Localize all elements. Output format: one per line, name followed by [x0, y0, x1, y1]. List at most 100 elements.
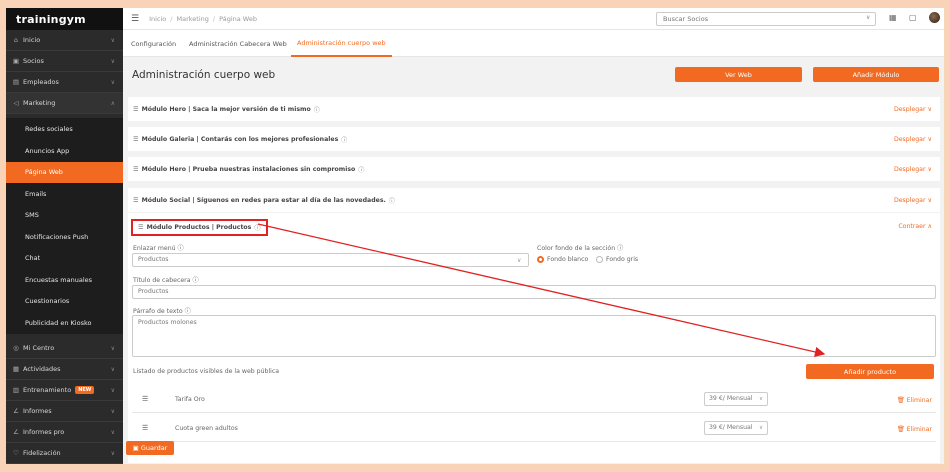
sidebar-subitem-chat[interactable]: Chat	[6, 247, 123, 269]
info-icon: ⓘ	[192, 277, 199, 284]
radio-fondo-blanco[interactable]: Fondo blanco	[537, 256, 588, 263]
sidebar-subitem-push[interactable]: Notificaciones Push	[6, 226, 123, 248]
breadcrumb-item[interactable]: Inicio	[149, 15, 166, 23]
sidebar-item-socios[interactable]: ▣ Socios ∨	[6, 51, 123, 72]
sidebar-item-actividades[interactable]: ▦ Actividades ∨	[6, 359, 123, 380]
product-name: Tarifa Oro	[175, 396, 205, 403]
sidebar-item-inicio[interactable]: ⌂ Inicio ∨	[6, 30, 123, 51]
module-row[interactable]: ☰ Módulo Hero | Prueba nuestras instalac…	[128, 157, 940, 181]
header-title-label: Título de cabecera ⓘ	[133, 277, 199, 284]
expand-toggle[interactable]: Desplegar ∨	[894, 197, 932, 204]
link-menu-label: Enlazar menú ⓘ	[133, 245, 184, 252]
sidebar-subitem-anuncios[interactable]: Anuncios App	[6, 140, 123, 162]
loyalty-icon: ♡	[13, 449, 19, 457]
radio-fondo-gris[interactable]: Fondo gris	[596, 256, 638, 263]
module-row[interactable]: ☰ Módulo Hero | Saca la mejor versión de…	[128, 97, 940, 121]
price-select[interactable]: 39 €/ Mensual ∨	[704, 392, 768, 406]
expanded-module-header[interactable]: ☰ Módulo Productos | Productos ⓘ	[131, 219, 268, 236]
delete-button[interactable]: 🗑 Eliminar	[897, 396, 932, 404]
table-row: ☰ Cuota green adultos 39 €/ Mensual ∨ 🗑 E…	[132, 415, 936, 442]
chevron-down-icon: ∨	[110, 449, 115, 457]
delete-button[interactable]: 🗑 Eliminar	[897, 425, 932, 433]
info-icon: ⓘ	[617, 245, 624, 252]
sidebar-subitem-redes[interactable]: Redes sociales	[6, 118, 123, 140]
members-icon: ▣	[12, 57, 20, 65]
sidebar-item-mi-centro[interactable]: ◎ Mi Centro ∨	[6, 338, 123, 359]
calendar-icon[interactable]: ▦	[889, 13, 897, 22]
avatar[interactable]	[929, 12, 940, 23]
main-content: Administración cuerpo web Ver Web Añadir…	[123, 57, 944, 464]
sidebar-subitem-encuestas[interactable]: Encuestas manuales	[6, 269, 123, 291]
sidebar-subitem-cuestionarios[interactable]: Cuestionarios	[6, 290, 123, 312]
module-row[interactable]: ☰ Módulo Galeria | Contarás con los mejo…	[128, 127, 940, 151]
expand-toggle[interactable]: Desplegar ∨	[894, 136, 932, 143]
activities-icon: ▦	[12, 365, 20, 373]
drag-handle-icon[interactable]: ☰	[133, 166, 139, 173]
module-title: Módulo Hero | Prueba nuestras instalacio…	[141, 165, 356, 173]
app-frame: trainingym ⌂ Inicio ∨ ▣ Socios ∨ ▤ Emple…	[6, 8, 944, 464]
view-web-button[interactable]: Ver Web	[675, 67, 802, 82]
drag-handle-icon[interactable]: ☰	[133, 197, 139, 204]
sidebar-item-label: Entrenamiento	[23, 386, 72, 394]
expand-toggle[interactable]: Desplegar ∨	[894, 106, 932, 113]
new-badge: NEW	[75, 386, 95, 394]
sidebar-item-informes[interactable]: ∠ Informes ∨	[6, 401, 123, 422]
save-icon: ▣	[132, 444, 139, 452]
paragraph-label: Párrafo de texto ⓘ	[133, 308, 191, 315]
tabs: Configuración Administración Cabecera We…	[123, 30, 944, 57]
chevron-down-icon: ∨	[110, 57, 115, 65]
save-button[interactable]: ▣ Guardar	[126, 441, 174, 455]
sidebar-item-label: Empleados	[23, 78, 59, 86]
breadcrumb-item: Página Web	[219, 14, 257, 23]
sidebar-subitem-pagina-web[interactable]: Página Web	[6, 161, 123, 183]
chevron-down-icon: ∨	[866, 14, 871, 21]
app-logo: trainingym	[6, 8, 123, 30]
center-icon: ◎	[13, 344, 19, 352]
sidebar-subitem-sms[interactable]: SMS	[6, 204, 123, 226]
drag-handle-icon[interactable]: ☰	[138, 224, 144, 231]
chevron-down-icon: ∨	[758, 425, 763, 431]
sidebar-item-empleados[interactable]: ▤ Empleados ∨	[6, 72, 123, 93]
module-title: Módulo Hero | Saca la mejor versión de t…	[141, 105, 311, 113]
tab-configuracion[interactable]: Configuración	[131, 30, 176, 57]
add-module-button[interactable]: Añadir Módulo	[813, 67, 939, 82]
sidebar-item-marketing[interactable]: ◁ Marketing ∧	[6, 93, 123, 114]
drag-handle-icon[interactable]: ☰	[142, 395, 148, 403]
bg-color-label: Color fondo de la sección ⓘ	[537, 245, 624, 252]
expand-toggle[interactable]: Desplegar ∨	[894, 166, 932, 173]
link-menu-select[interactable]: Productos	[132, 253, 529, 267]
chevron-down-icon: ∨	[110, 428, 115, 436]
search-input[interactable]	[656, 12, 876, 26]
module-row[interactable]: ☰ Módulo Social | Síguenos en redes para…	[128, 188, 940, 212]
drag-handle-icon[interactable]: ☰	[133, 136, 139, 143]
sidebar-item-label: Inicio	[23, 36, 41, 44]
sidebar-item-label: Fidelización	[23, 449, 61, 457]
info-icon: ⓘ	[177, 245, 184, 252]
sidebar-item-informes-pro[interactable]: ∠ Informes pro ∨	[6, 422, 123, 443]
sidebar-item-label: Marketing	[23, 99, 56, 107]
paragraph-textarea[interactable]: Productos molones	[132, 315, 936, 357]
info-icon: ⓘ	[184, 308, 191, 315]
sidebar-item-fidelizacion[interactable]: ♡ Fidelización ∨	[6, 443, 123, 464]
drag-handle-icon[interactable]: ☰	[142, 424, 148, 432]
tab-cabecera-web[interactable]: Administración Cabecera Web	[189, 30, 287, 57]
sidebar-subitem-kiosko[interactable]: Publicidad en Kiosko	[6, 312, 123, 334]
menu-toggle-icon[interactable]: ☰	[131, 14, 139, 24]
add-product-button[interactable]: Añadir producto	[806, 364, 934, 379]
price-select[interactable]: 39 €/ Mensual ∨	[704, 421, 768, 435]
breadcrumb-item[interactable]: Marketing	[176, 15, 208, 23]
chevron-down-icon: ∨	[110, 36, 115, 44]
chat-icon[interactable]: ▢	[909, 13, 917, 22]
sidebar-item-label: Informes pro	[23, 428, 65, 436]
sidebar-subitem-emails[interactable]: Emails	[6, 183, 123, 205]
expanded-module: ☰ Módulo Productos | Productos ⓘ Contrae…	[128, 213, 940, 463]
module-title: Módulo Productos | Productos	[146, 224, 252, 231]
employees-icon: ▤	[12, 78, 20, 86]
chevron-down-icon: ∨	[758, 396, 763, 402]
chevron-up-icon: ∧	[110, 99, 115, 107]
drag-handle-icon[interactable]: ☰	[133, 106, 139, 113]
tab-cuerpo-web[interactable]: Administración cuerpo web	[291, 30, 392, 57]
header-title-input[interactable]: Productos	[132, 285, 936, 299]
sidebar-item-entrenamiento[interactable]: ▥ Entrenamiento NEW ∨	[6, 380, 123, 401]
collapse-toggle[interactable]: Contraer ∧	[898, 223, 932, 230]
